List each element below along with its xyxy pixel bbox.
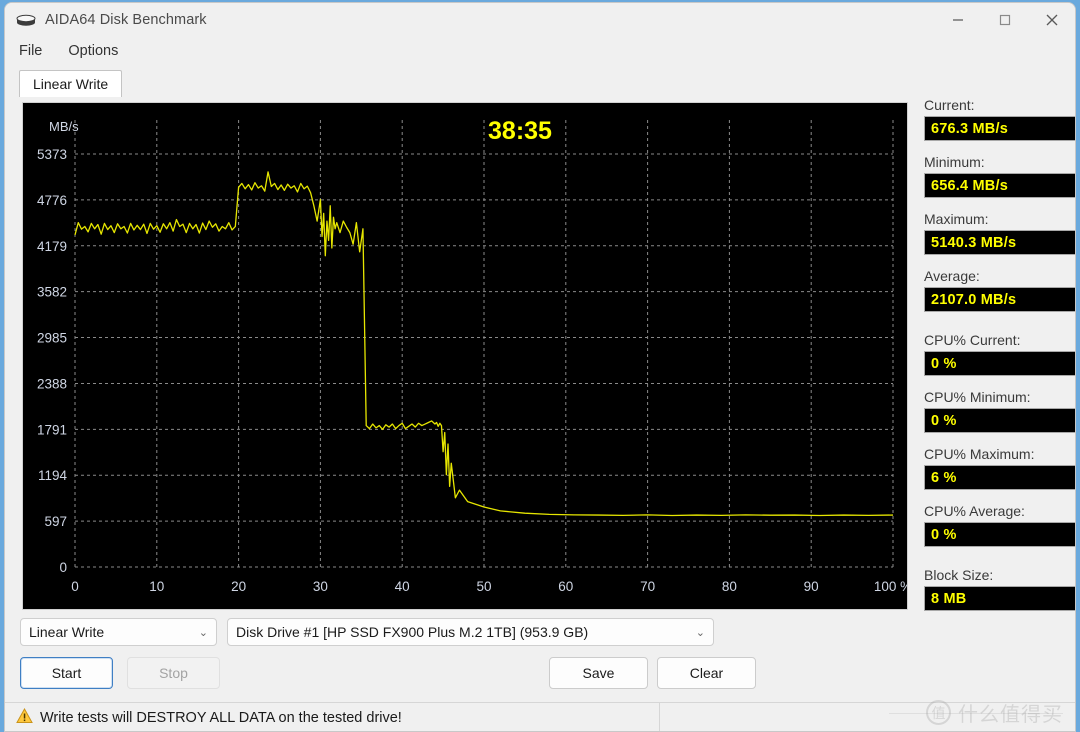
stat-block: CPU% Minimum: 0 % xyxy=(924,389,1075,433)
stat-block: Average: 2107.0 MB/s xyxy=(924,268,1075,312)
title-bar: AIDA64 Disk Benchmark xyxy=(5,3,1075,37)
y-axis-tick-label: 1194 xyxy=(38,468,68,483)
x-axis-tick-label: 20 xyxy=(231,579,246,594)
benchmark-chart: MB/s 0 597 1194 1791 2388 2985 3582 4179 4776 5373… xyxy=(22,102,908,610)
content-area: MB/s 0 597 1194 1791 2388 2985 3582 4179 4776 5373… xyxy=(5,97,1075,731)
stat-value: 2107.0 MB/s xyxy=(924,287,1075,312)
y-axis-tick-label: 2388 xyxy=(37,376,67,391)
stat-label: Maximum: xyxy=(924,211,989,227)
benchmark-mode-select[interactable]: Linear Write ⌄ xyxy=(20,618,217,646)
stop-button: Stop xyxy=(127,657,220,689)
x-axis-tick-label: 10 xyxy=(149,579,164,594)
y-axis-tick-label: 5373 xyxy=(37,147,67,162)
stat-value: 656.4 MB/s xyxy=(924,173,1075,198)
y-axis-tick-label: 4179 xyxy=(37,239,67,254)
menu-bar: File Options xyxy=(5,37,1075,65)
disk-drive-icon xyxy=(15,12,37,28)
stat-block: CPU% Current: 0 % xyxy=(924,332,1075,376)
menu-item-options[interactable]: Options xyxy=(66,41,120,61)
elapsed-timer: 38:35 xyxy=(488,117,552,145)
x-axis-tick-label: 50 xyxy=(476,579,491,594)
x-axis-tick-label: 90 xyxy=(804,579,819,594)
stat-block: Current: 676.3 MB/s xyxy=(924,97,1075,141)
clear-button[interactable]: Clear xyxy=(657,657,756,689)
stat-label: Block Size: xyxy=(924,567,994,583)
y-axis-tick-label: 597 xyxy=(44,514,67,529)
start-button[interactable]: Start xyxy=(20,657,113,689)
stat-value: 6 % xyxy=(924,465,1075,490)
stat-block: Minimum: 656.4 MB/s xyxy=(924,154,1075,198)
chevron-down-icon: ⌄ xyxy=(198,626,208,639)
stat-label: CPU% Average: xyxy=(924,503,1025,519)
stat-block: CPU% Average: 0 % xyxy=(924,503,1075,547)
stat-value: 5140.3 MB/s xyxy=(924,230,1075,255)
app-window: AIDA64 Disk Benchmark File Options Linea… xyxy=(4,2,1076,732)
statistics-sidebar: Current: 676.3 MB/s Minimum: 656.4 MB/s Maxi… xyxy=(924,97,1075,731)
x-axis-tick-label: 40 xyxy=(395,579,410,594)
warning-bar: Write tests will DESTROY ALL DATA on the… xyxy=(5,702,1075,731)
stat-label: CPU% Minimum: xyxy=(924,389,1031,405)
stat-value: 0 % xyxy=(924,522,1075,547)
stat-value: 8 MB xyxy=(924,586,1075,611)
x-axis-tick-label: 80 xyxy=(722,579,737,594)
selector-row: Linear Write ⌄ Disk Drive #1 [HP SSD FX9… xyxy=(20,618,714,646)
window-title: AIDA64 Disk Benchmark xyxy=(45,12,207,28)
x-axis-tick-label: 60 xyxy=(558,579,573,594)
maximize-button[interactable] xyxy=(981,3,1028,37)
watermark-divider xyxy=(889,713,1063,714)
benchmark-mode-value: Linear Write xyxy=(29,624,105,640)
x-axis-tick-label: 70 xyxy=(640,579,655,594)
stat-label: CPU% Maximum: xyxy=(924,446,1035,462)
y-axis-tick-label: 1791 xyxy=(37,422,67,437)
y-axis-tick-label: 4776 xyxy=(37,193,67,208)
tab-strip: Linear Write xyxy=(5,69,1075,97)
status-separator xyxy=(659,703,660,731)
y-axis-tick-label: 0 xyxy=(59,560,67,575)
window-controls xyxy=(934,3,1075,37)
stat-value: 0 % xyxy=(924,351,1075,376)
tab-linear-write[interactable]: Linear Write xyxy=(19,70,123,97)
menu-item-file[interactable]: File xyxy=(17,41,44,61)
save-button[interactable]: Save xyxy=(549,657,648,689)
stat-label: Average: xyxy=(924,268,980,284)
stat-label: Minimum: xyxy=(924,154,985,170)
button-row: Start Stop Save Clear xyxy=(20,657,759,689)
minimize-button[interactable] xyxy=(934,3,981,37)
y-axis-tick-label: 2985 xyxy=(37,331,67,346)
y-axis-tick-label: 3582 xyxy=(37,285,67,300)
close-button[interactable] xyxy=(1028,3,1075,37)
stat-block: Maximum: 5140.3 MB/s xyxy=(924,211,1075,255)
x-axis-tick-label: 30 xyxy=(313,579,328,594)
x-axis-tick-label: 100 % xyxy=(874,579,907,594)
warning-text: Write tests will DESTROY ALL DATA on the… xyxy=(40,710,402,726)
stat-label: Current: xyxy=(924,97,975,113)
stat-value: 0 % xyxy=(924,408,1075,433)
warning-triangle-icon xyxy=(16,707,33,729)
x-axis-tick-label: 0 xyxy=(71,579,79,594)
drive-select-value: Disk Drive #1 [HP SSD FX900 Plus M.2 1TB… xyxy=(236,624,589,640)
stat-block: Block Size: 8 MB xyxy=(924,567,1075,611)
stat-block: CPU% Maximum: 6 % xyxy=(924,446,1075,490)
chart-canvas: MB/s059711941791238829853582417947765373… xyxy=(37,117,907,594)
stat-label: CPU% Current: xyxy=(924,332,1021,348)
stat-value: 676.3 MB/s xyxy=(924,116,1075,141)
chevron-down-icon: ⌄ xyxy=(695,626,705,639)
drive-select[interactable]: Disk Drive #1 [HP SSD FX900 Plus M.2 1TB… xyxy=(227,618,714,646)
